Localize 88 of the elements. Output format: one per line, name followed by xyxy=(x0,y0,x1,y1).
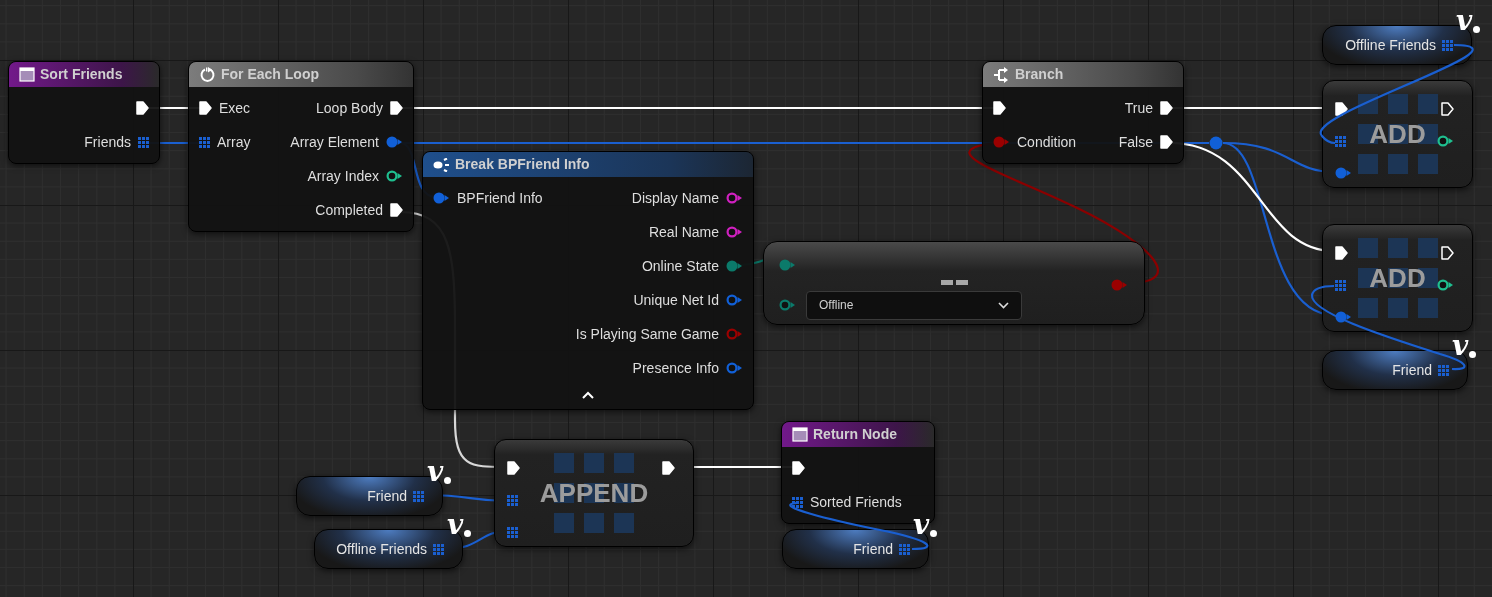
array-pin-icon[interactable] xyxy=(507,526,518,538)
data-pin-icon[interactable] xyxy=(386,136,403,148)
data-pin-icon[interactable] xyxy=(726,362,743,374)
array-pin-icon[interactable] xyxy=(433,543,444,555)
variable-label: Friend xyxy=(853,539,893,559)
pin-label: Array xyxy=(217,132,251,152)
pin-label: Is Playing Same Game xyxy=(575,324,719,344)
node-title: For Each Loop xyxy=(221,65,319,84)
data-pin-icon[interactable] xyxy=(726,294,743,306)
node[interactable]: ADD xyxy=(1322,224,1473,332)
node[interactable]: Break BPFriend Info BPFriend Info Display Name Real Name Online State Unique Net Id Is Playing Same Game Presence Info xyxy=(422,151,754,410)
array-pin-icon[interactable] xyxy=(413,490,424,502)
array-pin-icon[interactable] xyxy=(1438,364,1449,376)
array-pin-icon[interactable] xyxy=(507,494,518,506)
exec-pin-icon[interactable] xyxy=(1160,135,1173,149)
exec-pin-icon[interactable] xyxy=(1441,102,1454,116)
exec-pin-icon[interactable] xyxy=(1441,246,1454,260)
pin-label: Condition xyxy=(1017,132,1077,152)
pin-label: Unique Net Id xyxy=(633,290,719,310)
pin-label: Real Name xyxy=(648,222,719,242)
node[interactable]: Branch True Condition False xyxy=(982,61,1184,164)
pin-label: Loop Body xyxy=(316,98,383,118)
data-pin-icon[interactable] xyxy=(726,260,743,272)
array-pin-icon[interactable] xyxy=(199,136,210,148)
function-icon xyxy=(19,67,35,82)
data-pin-icon[interactable] xyxy=(779,299,796,311)
break-struct-icon xyxy=(433,157,450,172)
array-pin-icon[interactable] xyxy=(792,496,803,508)
array-pin-icon[interactable] xyxy=(1335,279,1346,291)
pin-label: Array Index xyxy=(307,166,379,186)
function-icon xyxy=(792,427,808,442)
pin-label: Exec xyxy=(219,98,251,118)
data-pin-icon[interactable] xyxy=(726,226,743,238)
pin-label: Presence Info xyxy=(632,358,719,378)
chevron-down-icon xyxy=(998,301,1009,309)
data-pin-icon[interactable] xyxy=(386,170,403,182)
equals-icon xyxy=(941,280,969,286)
array-pin-icon[interactable] xyxy=(1335,135,1346,147)
variable-label: Friend xyxy=(367,486,407,506)
exec-pin-icon[interactable] xyxy=(136,101,149,115)
exec-pin-icon[interactable] xyxy=(1335,102,1348,116)
node-title: ADD xyxy=(1369,261,1426,295)
pin-label: Sorted Friends xyxy=(810,492,902,512)
dropdown-value: Offline xyxy=(819,297,854,314)
pin-label: Array Element xyxy=(290,132,379,152)
data-pin-icon[interactable] xyxy=(726,192,743,204)
array-grid-icon xyxy=(1357,94,1438,174)
pin-label: Friends xyxy=(84,132,131,152)
exec-pin-icon[interactable] xyxy=(792,461,805,475)
pin-label: Completed xyxy=(315,200,383,220)
exec-pin-icon[interactable] xyxy=(993,101,1006,115)
reroute-knot[interactable] xyxy=(1209,136,1223,150)
data-pin-icon[interactable] xyxy=(1437,279,1454,291)
variable-label: Offline Friends xyxy=(1345,35,1436,55)
pin-label: BPFriend Info xyxy=(457,188,543,208)
node-title: Sort Friends xyxy=(40,65,123,84)
data-pin-icon[interactable] xyxy=(433,192,450,204)
dropdown[interactable]: Offline xyxy=(806,290,1022,320)
node[interactable]: ADD xyxy=(1322,80,1473,188)
variable-label: Friend xyxy=(1392,360,1432,380)
array-pin-icon[interactable] xyxy=(138,136,149,148)
node[interactable]: APPEND xyxy=(494,439,694,547)
exec-pin-icon[interactable] xyxy=(390,203,403,217)
exec-pin-icon[interactable] xyxy=(1335,246,1348,260)
exec-pin-icon[interactable] xyxy=(390,101,403,115)
node-title: ADD xyxy=(1369,117,1426,151)
node-title: Branch xyxy=(1015,65,1064,84)
node[interactable]: Offline xyxy=(763,241,1145,325)
node-title: APPEND xyxy=(539,476,649,510)
branch-icon xyxy=(993,66,1010,83)
chevron-icon[interactable] xyxy=(582,391,594,399)
node[interactable]: Sort Friends Friends xyxy=(8,61,160,164)
data-pin-icon[interactable] xyxy=(1437,135,1454,147)
node[interactable]: For Each Loop Exec Loop Body Array Array Element Array Index Completed xyxy=(188,61,414,232)
exec-pin-icon[interactable] xyxy=(507,461,520,475)
exec-pin-icon[interactable] xyxy=(1160,101,1173,115)
array-pin-icon[interactable] xyxy=(899,543,910,555)
pin-label: Display Name xyxy=(631,188,719,208)
pin-label: False xyxy=(1118,132,1153,152)
array-pin-icon[interactable] xyxy=(1442,39,1453,51)
array-grid-icon xyxy=(1357,238,1438,318)
exec-pin-icon[interactable] xyxy=(662,461,675,475)
pin-label: True xyxy=(1124,98,1153,118)
node-title: Break BPFriend Info xyxy=(455,155,590,174)
node-title: Return Node xyxy=(813,425,897,444)
pin-label: Online State xyxy=(641,256,719,276)
variable-label: Offline Friends xyxy=(336,539,427,559)
exec-pin-icon[interactable] xyxy=(199,101,212,115)
